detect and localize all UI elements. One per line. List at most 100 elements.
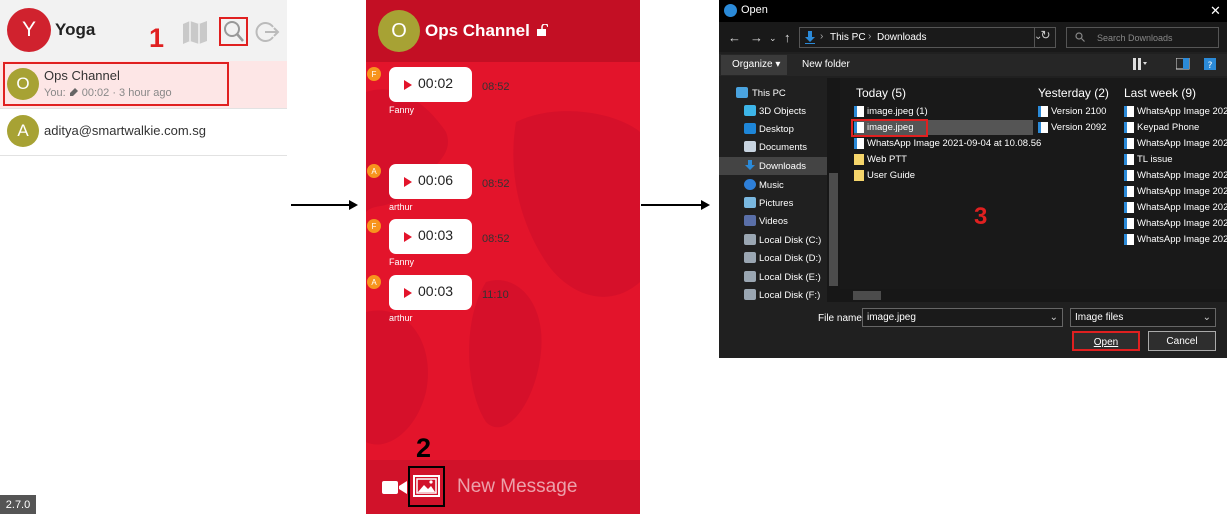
close-icon[interactable]: ✕ [1210,3,1221,19]
play-icon [404,232,412,242]
folder-item[interactable]: User Guide [854,168,1029,183]
sender-name: Fanny [389,257,415,267]
voice-bubble[interactable]: 00:02 [389,67,472,102]
arrow-right-icon [641,200,710,210]
help-icon[interactable]: ? [1203,58,1217,70]
file-item[interactable]: Version 2100 [1038,104,1118,119]
file-item[interactable]: Keypad Phone [1124,120,1227,135]
new-message-input[interactable]: New Message [457,476,577,498]
breadcrumb-this-pc[interactable]: This PC [830,32,866,43]
navigation-tree: This PC 3D Objects Desktop Documents Dow… [719,78,840,302]
recent-chevron-icon[interactable]: ⌄ [769,33,777,44]
voice-bubble[interactable]: 00:03 [389,275,472,310]
tree-item-disk-d[interactable]: Local Disk (D:) [719,249,827,267]
file-label: image.jpeg (1) [867,106,928,117]
open-button[interactable]: Open [1072,331,1140,351]
conversation-item-ops-channel[interactable]: O Ops Channel You: 00:02 · 3 hour ago [0,61,287,109]
tree-item-documents[interactable]: Documents [719,138,827,156]
file-item[interactable]: WhatsApp Image 2021 [1124,104,1227,119]
scrollbar-thumb[interactable] [853,291,881,300]
disk-icon [744,271,756,282]
tree-item-3d-objects[interactable]: 3D Objects [719,102,827,120]
voice-duration: 00:02 [418,75,454,91]
user-avatar[interactable]: Y [7,8,51,52]
address-bar[interactable]: › This PC › Downloads ⌄ [799,27,1056,48]
tree-item-label: Local Disk (C:) [759,235,822,246]
file-item[interactable]: TL issue [1124,152,1227,167]
horizontal-scrollbar[interactable] [840,289,1227,302]
file-name-input[interactable]: image.jpeg ⌄ [862,308,1063,327]
contacts-panel: Y Yoga 1 O Ops Channel You: 00:02 · 3 ho… [0,0,287,514]
refresh-icon[interactable]: ↻ [1034,28,1056,47]
map-icon[interactable] [181,18,209,46]
chevron-down-icon[interactable]: ⌄ [1203,312,1211,323]
chevron-down-icon[interactable]: ⌄ [1050,312,1058,323]
open-button-label: Open [1093,337,1119,348]
preview-detail: 00:02 · 3 hour ago [81,87,172,99]
file-label: WhatsApp Image 2021 [1137,234,1227,245]
tree-item-desktop[interactable]: Desktop [719,120,827,138]
file-label: Version 2100 [1051,106,1107,117]
tree-item-pictures[interactable]: Pictures [719,194,827,212]
up-icon[interactable]: ↑ [784,30,791,45]
file-type-select[interactable]: Image files ⌄ [1070,308,1216,327]
logout-icon[interactable] [253,18,281,46]
file-label: WhatsApp Image 2021 [1137,106,1227,117]
voice-duration: 00:06 [418,172,454,188]
tree-item-downloads[interactable]: Downloads [719,157,827,175]
dialog-title: Open [741,4,768,16]
music-icon [744,179,756,190]
tree-item-disk-e[interactable]: Local Disk (E:) [719,268,827,286]
view-options-icon[interactable] [1133,58,1147,70]
image-icon [413,475,440,497]
play-icon [404,288,412,298]
scrollbar-thumb[interactable] [829,173,838,286]
video-camera-icon[interactable] [382,478,408,496]
file-item[interactable]: WhatsApp Image 2021 [1124,200,1227,215]
breadcrumb-downloads[interactable]: Downloads [877,32,926,43]
voice-bubble[interactable]: 00:06 [389,164,472,199]
file-item[interactable]: WhatsApp Image 2021 [1124,136,1227,151]
file-item[interactable]: WhatsApp Image 2021 [1124,216,1227,231]
file-label: WhatsApp Image 2021-09-04 at 10.08.56 [867,138,1042,149]
tree-item-disk-c[interactable]: Local Disk (C:) [719,231,827,249]
search-box[interactable]: Search Downloads [1066,27,1219,48]
image-file-icon [1124,106,1134,117]
file-item[interactable]: image.jpeg (1) [854,104,1029,119]
tree-item-label: Downloads [759,161,806,172]
image-file-icon [854,106,864,117]
tree-item-this-pc[interactable]: This PC [719,84,827,102]
voice-bubble[interactable]: 00:03 [389,219,472,254]
open-file-dialog: Open ✕ ← → ⌄ ↑ › This PC › Downloads ⌄ ↻… [719,0,1227,358]
file-item[interactable]: WhatsApp Image 2021-09-04 at 10.08.56 [854,136,1041,151]
tree-scrollbar[interactable] [827,78,840,302]
preview-pane-icon[interactable] [1176,58,1190,70]
tree-item-label: Local Disk (F:) [759,290,821,301]
file-item[interactable]: WhatsApp Image 2021 [1124,168,1227,183]
tree-item-videos[interactable]: Videos [719,212,827,230]
search-button[interactable] [219,17,248,46]
file-label: WhatsApp Image 2021 [1137,138,1227,149]
forward-icon[interactable]: → [750,30,763,45]
file-item[interactable]: WhatsApp Image 2021 [1124,232,1227,247]
folder-item[interactable]: Web PTT [854,152,1029,167]
cancel-button[interactable]: Cancel [1148,331,1216,351]
arrow-right-icon [291,200,358,210]
sender-name: arthur [389,202,413,212]
file-label: User Guide [867,170,916,181]
file-icon [1038,106,1048,117]
tree-item-music[interactable]: Music [719,176,827,194]
voice-duration: 00:03 [418,227,454,243]
dialog-footer: File name: image.jpeg ⌄ Image files ⌄ Op… [719,302,1227,358]
new-folder-button[interactable]: New folder [802,59,850,70]
file-item[interactable]: Version 2092 [1038,120,1118,135]
conversation-item-aditya[interactable]: A aditya@smartwalkie.com.sg [0,108,287,156]
file-item[interactable]: WhatsApp Image 2021 [1124,184,1227,199]
back-icon[interactable]: ← [728,30,741,45]
voice-message: F 00:03 08:52 Fanny [366,219,640,279]
organize-button[interactable]: Organize ▾ [721,55,787,75]
image-upload-button[interactable] [408,466,445,507]
breadcrumb-separator-icon: › [868,31,872,42]
navigation-bar: ← → ⌄ ↑ › This PC › Downloads ⌄ ↻ Search… [719,22,1227,52]
file-list: Today (5) Yesterday (2) Last week (9) im… [840,78,1227,302]
